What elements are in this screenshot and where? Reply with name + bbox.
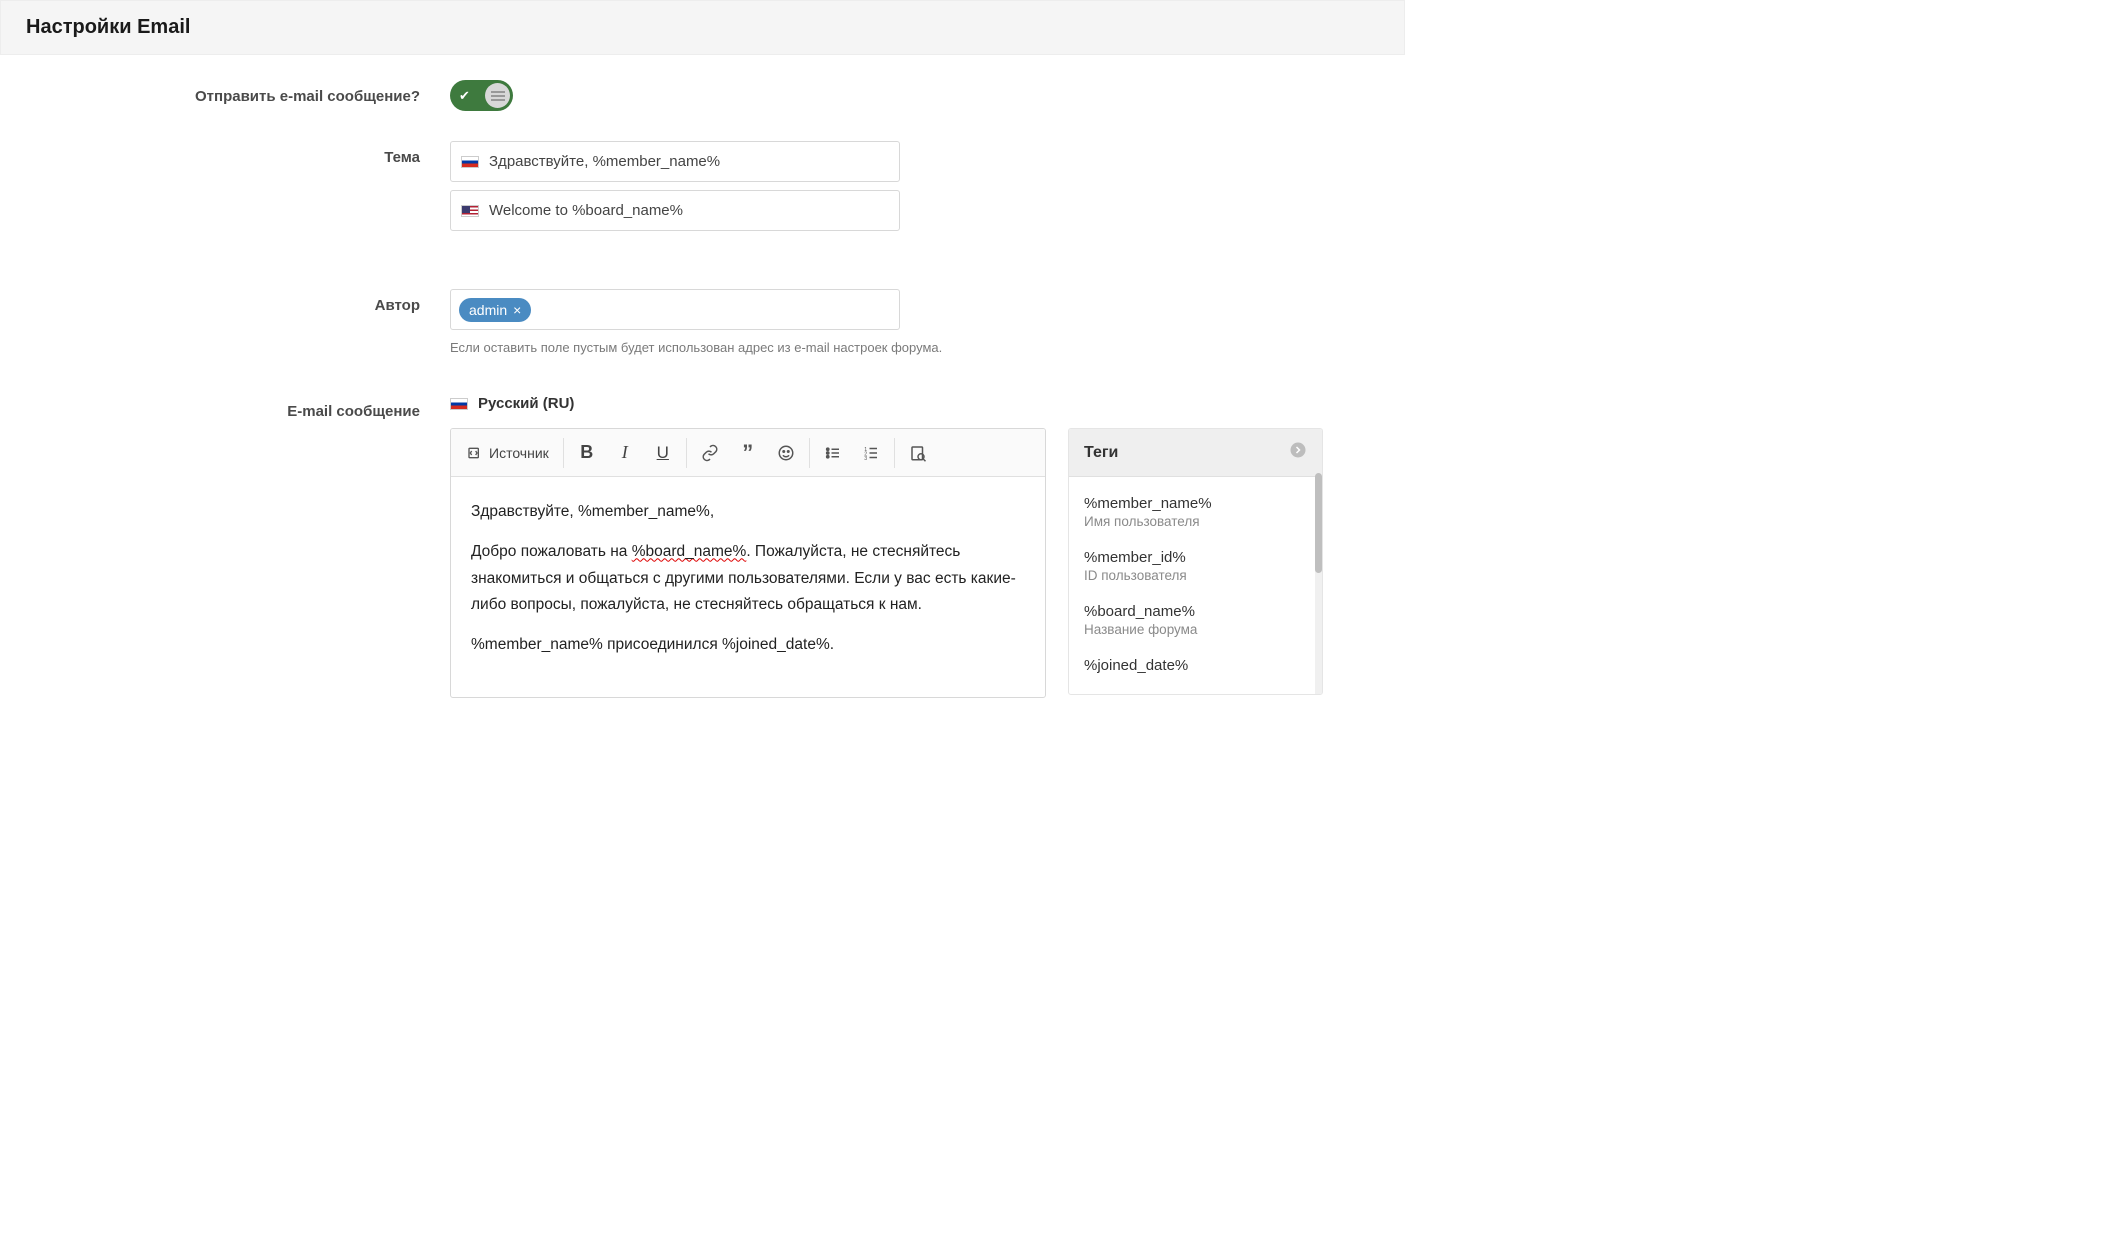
tag-key: %member_name% (1084, 495, 1307, 512)
author-tag-text: admin (469, 302, 507, 318)
toolbar-separator (686, 438, 687, 468)
bullet-list-button[interactable] (814, 434, 852, 472)
tag-desc: ID пользователя (1084, 568, 1307, 583)
quote-button[interactable]: ” (729, 434, 767, 472)
check-icon: ✔ (459, 88, 470, 104)
tag-desc: Название форума (1084, 622, 1307, 637)
tags-panel-header[interactable]: Теги (1069, 429, 1322, 477)
tag-key: %member_id% (1084, 549, 1307, 566)
message-label: E-mail сообщение (5, 395, 450, 420)
subject-input-en[interactable] (450, 190, 900, 231)
author-label: Автор (5, 289, 450, 314)
tag-item[interactable]: %board_name% Название форума (1069, 593, 1322, 647)
section-header: Настройки Email (0, 0, 1405, 55)
preview-button[interactable] (899, 434, 937, 472)
scrollbar[interactable] (1315, 473, 1322, 694)
subject-label: Тема (5, 141, 450, 166)
author-hint: Если оставить поле пустым будет использо… (450, 340, 1050, 355)
flag-us-icon (461, 205, 479, 217)
bold-button[interactable]: B (568, 434, 606, 472)
toolbar-separator (894, 438, 895, 468)
tag-item[interactable]: %member_id% ID пользователя (1069, 539, 1322, 593)
toolbar-separator (563, 438, 564, 468)
numbered-list-icon: 123 (862, 444, 880, 462)
underline-button[interactable]: U (644, 434, 682, 472)
tag-item[interactable]: %member_name% Имя пользователя (1069, 485, 1322, 539)
numbered-list-button[interactable]: 123 (852, 434, 890, 472)
scrollbar-thumb[interactable] (1315, 473, 1322, 573)
send-email-toggle[interactable]: ✔ (450, 80, 513, 111)
author-input[interactable]: admin × (450, 289, 900, 330)
link-button[interactable] (691, 434, 729, 472)
section-title: Настройки Email (26, 16, 1379, 39)
source-label: Источник (489, 445, 549, 461)
editor-body[interactable]: Здравствуйте, %member_name%, Добро пожал… (451, 477, 1045, 697)
italic-button[interactable]: I (606, 434, 644, 472)
bullet-list-icon (824, 444, 842, 462)
toggle-knob-icon (485, 83, 510, 108)
rich-text-editor: Источник B I U ” (450, 428, 1046, 698)
tags-panel-title: Теги (1084, 444, 1118, 462)
chevron-right-icon (1289, 441, 1307, 464)
subject-field-en[interactable] (489, 202, 889, 219)
message-lang-text: Русский (RU) (478, 395, 574, 412)
source-icon (467, 445, 483, 461)
emoji-button[interactable] (767, 434, 805, 472)
editor-paragraph: Добро пожаловать на %board_name%. Пожалу… (471, 539, 1025, 618)
send-email-label: Отправить e-mail сообщение? (5, 80, 450, 105)
quote-icon: ” (742, 440, 753, 466)
author-tag[interactable]: admin × (459, 298, 531, 322)
tag-key: %board_name% (1084, 603, 1307, 620)
message-lang-heading: Русский (RU) (450, 395, 1370, 412)
tag-desc: Имя пользователя (1084, 514, 1307, 529)
preview-icon (909, 444, 927, 462)
editor-paragraph: Здравствуйте, %member_name%, (471, 499, 1025, 525)
subject-field-ru[interactable] (489, 153, 889, 170)
tags-panel-body: %member_name% Имя пользователя %member_i… (1069, 477, 1322, 694)
source-button[interactable]: Источник (457, 434, 559, 472)
toolbar-separator (809, 438, 810, 468)
flag-ru-icon (450, 398, 468, 410)
editor-paragraph: %member_name% присоединился %joined_date… (471, 632, 1025, 658)
flag-ru-icon (461, 156, 479, 168)
tag-item[interactable]: %joined_date% (1069, 647, 1322, 686)
author-tag-remove-icon[interactable]: × (513, 302, 521, 318)
tag-key: %joined_date% (1084, 657, 1307, 674)
subject-input-ru[interactable] (450, 141, 900, 182)
link-icon (701, 444, 719, 462)
editor-toolbar: Источник B I U ” (451, 429, 1045, 477)
svg-text:3: 3 (864, 455, 867, 461)
tags-panel: Теги %member_name% Имя пользователя (1068, 428, 1323, 695)
emoji-icon (777, 444, 795, 462)
